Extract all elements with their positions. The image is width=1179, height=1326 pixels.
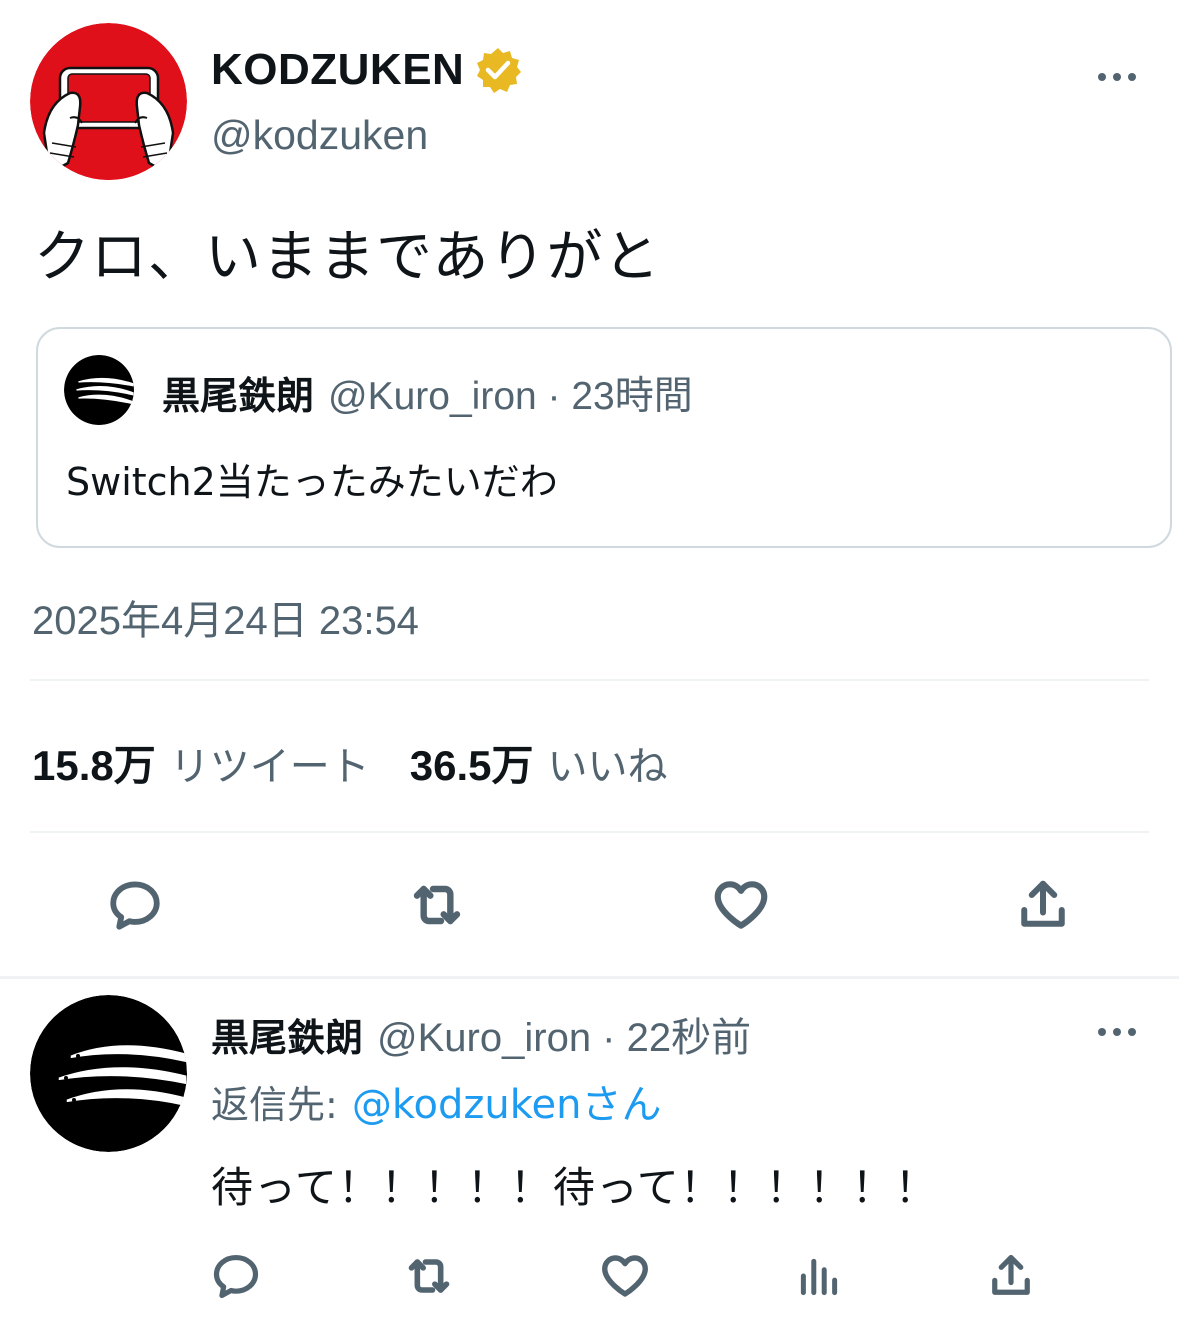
quoted-author-avatar [64,355,134,425]
reply-button[interactable] [100,870,170,940]
replying-to-handle-link[interactable]: @kodzukenさん [352,1072,662,1130]
quoted-handle-time: @Kuro_iron · 23時間 [328,375,693,418]
heart-icon [602,1255,648,1297]
more-options-icon[interactable] [1097,68,1137,87]
share-icon [1021,880,1065,927]
quoted-tweet-card[interactable]: 黒尾鉄朗 @Kuro_iron · 23時間 Switch2当たったみたいだわ [36,327,1172,548]
author-name[interactable]: KODZUKEN [211,45,464,95]
retweet-icon [413,885,461,925]
like-button[interactable] [706,870,776,940]
reply-author-avatar[interactable] [30,995,187,1152]
retweet-button[interactable] [402,870,472,940]
views-button[interactable] [788,1245,850,1307]
replying-to-label: 返信先: [211,1083,338,1127]
reply-handle-time[interactable]: @Kuro_iron · 22秒前 [377,1005,751,1063]
reply-button[interactable] [205,1245,267,1307]
tweet-text: クロ、いままでありがと [34,225,661,290]
tweet-timestamp[interactable]: 2025年4月24日 23:54 [32,588,419,646]
reply-icon [110,881,160,930]
quoted-tweet-text: Switch2当たったみたいだわ [66,460,558,504]
share-button[interactable] [980,1245,1042,1307]
divider [30,831,1149,833]
verified-badge-icon[interactable] [474,46,522,94]
reply-icon [213,1254,259,1299]
retweet-button[interactable] [398,1245,460,1307]
author-name-row: KODZUKEN [211,40,522,100]
hands-holding-game-console-icon [30,23,187,180]
avatar[interactable] [30,23,187,180]
share-button[interactable] [1008,870,1078,940]
like-label[interactable]: いいね [548,734,668,792]
share-icon [992,1254,1030,1295]
heart-icon [714,881,768,929]
author-handle[interactable]: @kodzuken [211,112,428,159]
replying-to: 返信先: @kodzukenさん [211,1072,661,1130]
quoted-author-name: 黒尾鉄朗 [162,374,315,418]
like-count[interactable]: 36.5万 [410,732,534,793]
saury-fish-icon [64,355,134,425]
saury-fish-icon [30,995,187,1152]
retweet-count[interactable]: 15.8万 [32,732,156,793]
like-button[interactable] [594,1245,656,1307]
section-divider [0,976,1179,979]
reply-author-name[interactable]: 黒尾鉄朗 [211,1007,363,1062]
reply-header: 黒尾鉄朗 @Kuro_iron · 22秒前 [211,1005,751,1063]
quoted-header: 黒尾鉄朗 @Kuro_iron · 23時間 [162,365,693,421]
reply-tweet-text: 待って！！！！！待って！！！！！！ [211,1163,938,1212]
divider [30,679,1149,681]
more-options-icon[interactable] [1097,1023,1137,1042]
retweet-label[interactable]: リツイート [170,734,370,792]
engagement-stats: 15.8万 リツイート 36.5万 いいね [32,732,668,793]
retweet-icon [408,1259,450,1293]
bar-chart-icon [800,1258,838,1296]
